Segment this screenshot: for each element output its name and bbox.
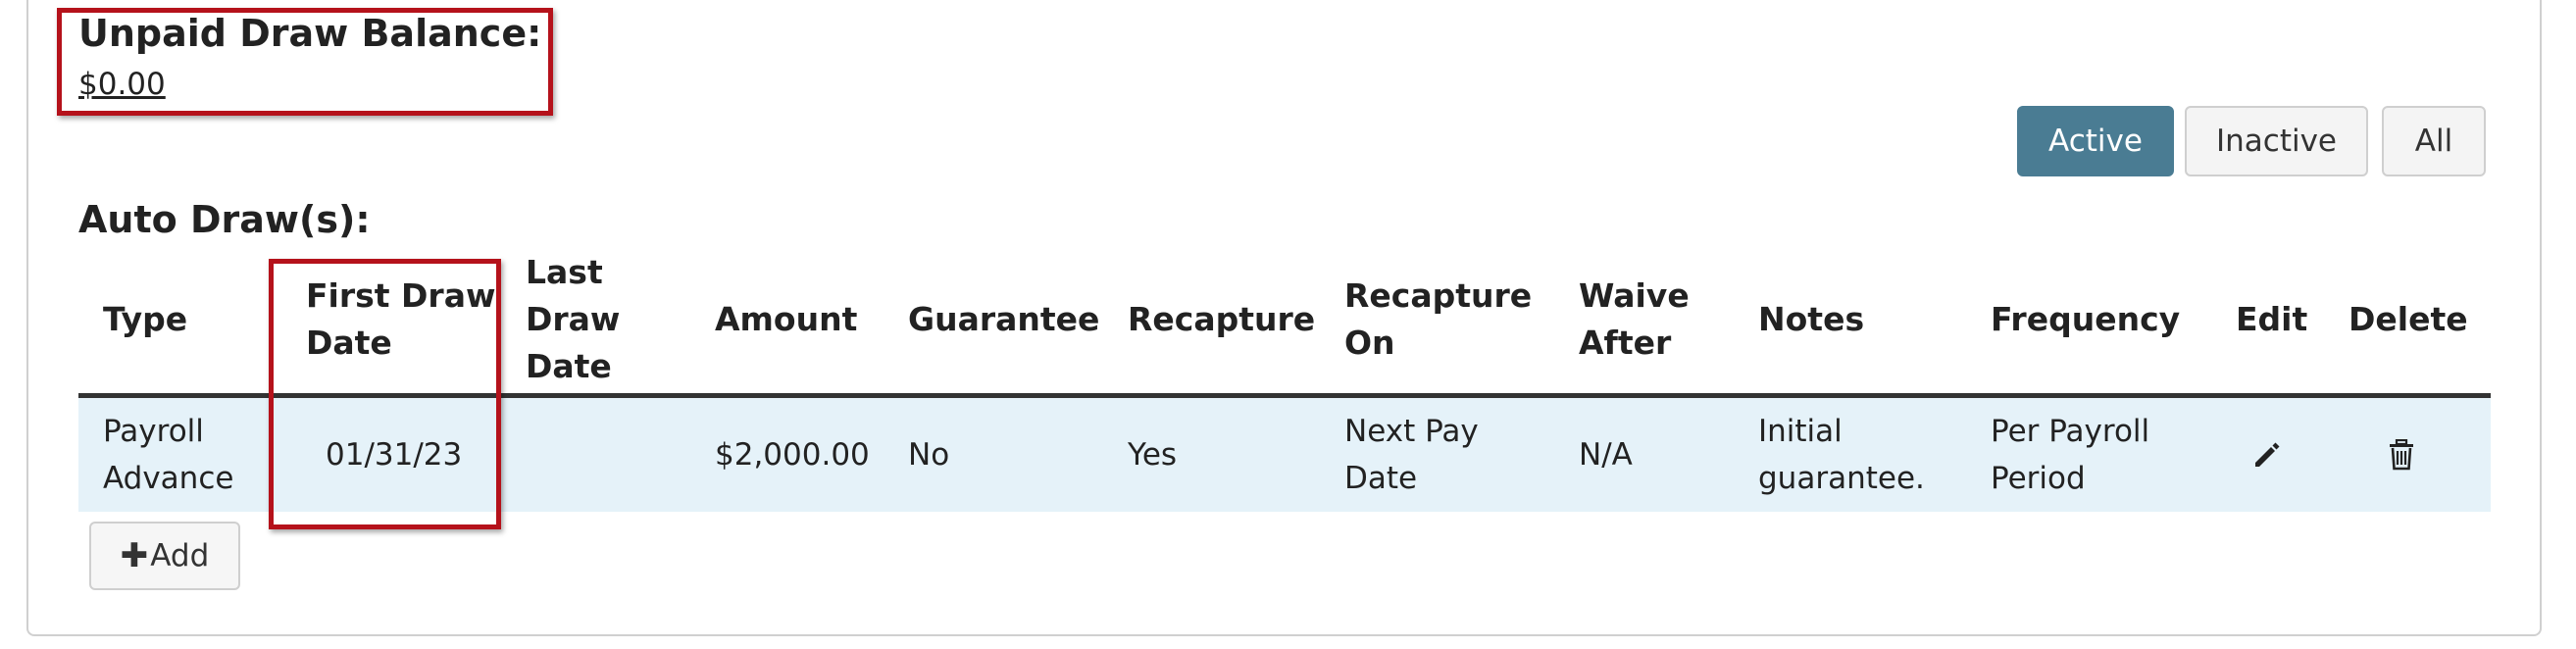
header-type: Type: [103, 300, 188, 338]
header-last-draw-date: Last Draw Date: [526, 253, 621, 385]
cell-waive-after: N/A: [1579, 437, 1633, 473]
delete-button[interactable]: [2382, 435, 2421, 474]
first-draw-date-highlight-box: [269, 259, 501, 529]
header-recapture: Recapture: [1128, 300, 1316, 338]
plus-icon: ✚: [120, 536, 149, 575]
trash-icon: [2390, 439, 2413, 471]
auto-draws-title: Auto Draw(s):: [78, 198, 371, 241]
header-recapture-on: Recapture On: [1344, 276, 1533, 362]
header-frequency: Frequency: [1991, 300, 2181, 338]
cell-type: Payroll Advance: [103, 414, 234, 496]
add-button-label: Add: [150, 538, 210, 574]
cell-recapture: Yes: [1128, 437, 1178, 473]
header-edit: Edit: [2236, 300, 2308, 338]
cell-frequency: Per Payroll Period: [1991, 414, 2150, 496]
header-amount: Amount: [715, 300, 858, 338]
balance-highlight-box: [57, 8, 553, 116]
edit-button[interactable]: [2248, 435, 2287, 474]
header-notes: Notes: [1758, 300, 1865, 338]
header-guarantee: Guarantee: [908, 300, 1100, 338]
cell-amount: $2,000.00: [715, 437, 870, 473]
cell-recapture-on: Next Pay Date: [1344, 414, 1479, 496]
header-waive-after: Waive After: [1579, 276, 1690, 362]
header-delete: Delete: [2349, 300, 2468, 338]
pencil-icon: [2255, 442, 2280, 467]
cell-guarantee: No: [908, 437, 950, 473]
filter-inactive-button[interactable]: Inactive: [2185, 106, 2368, 176]
cell-notes: Initial guarantee.: [1758, 414, 1925, 496]
add-button[interactable]: ✚ Add: [89, 522, 240, 590]
filter-all-button[interactable]: All: [2382, 106, 2486, 176]
filter-active-button[interactable]: Active: [2017, 106, 2174, 176]
